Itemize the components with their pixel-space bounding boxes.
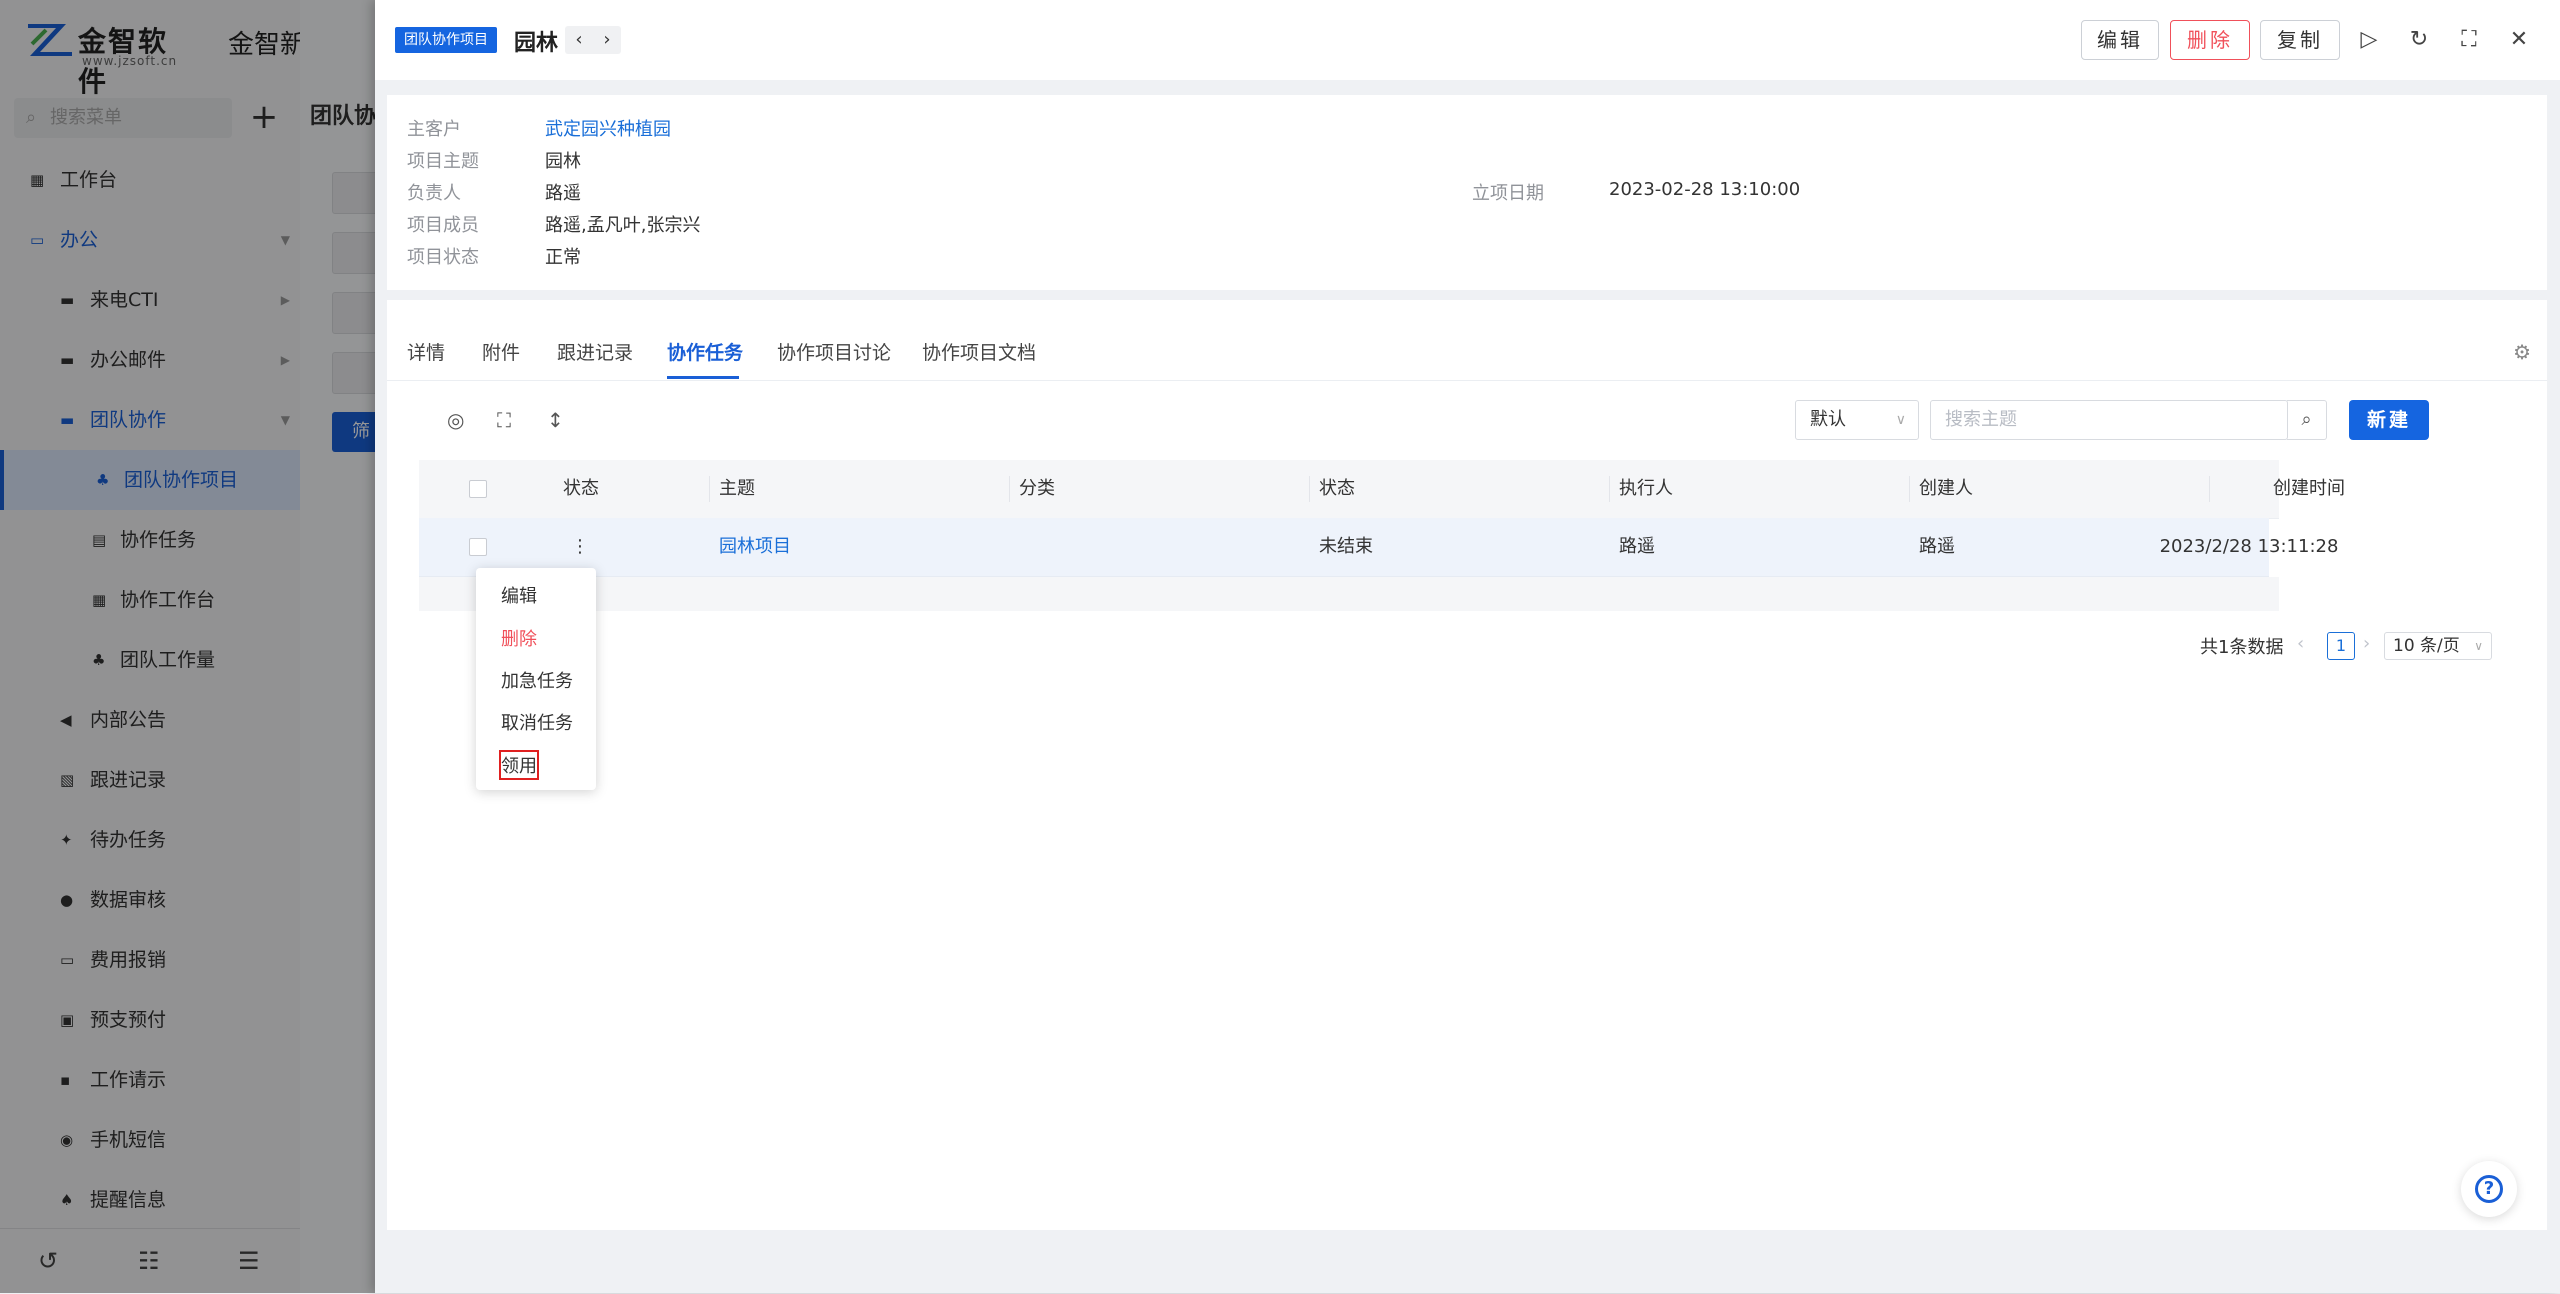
prev-record-icon[interactable]: ‹: [565, 26, 593, 54]
row-creator: 路遥: [1919, 536, 1955, 557]
chevron-down-icon: ∨: [1895, 412, 1906, 428]
page-size-value: 10 条/页: [2393, 636, 2460, 656]
tab-bar: 详情 附件 跟进记录 协作任务 协作项目讨论 协作项目文档 ⚙: [387, 300, 2547, 381]
table-row[interactable]: ⋮ 园林项目 未结束 路遥 路遥 2023/2/28 13:11:28: [419, 518, 2338, 577]
column-divider: [1009, 476, 1010, 502]
column-header: 状态: [563, 478, 599, 499]
column-settings-icon[interactable]: ◎: [447, 408, 464, 432]
column-header: 分类: [1019, 478, 1055, 499]
tab-discussion[interactable]: 协作项目讨论: [777, 338, 891, 365]
column-divider: [1309, 476, 1310, 502]
row-subject-link[interactable]: 园林项目: [719, 518, 791, 576]
members-value: 路遥,孟凡叶,张宗兴: [545, 215, 701, 236]
next-record-icon[interactable]: ›: [593, 26, 621, 54]
subject-label: 项目主题: [407, 151, 479, 172]
row-executor: 路遥: [1619, 536, 1655, 557]
tab-panel: 详情 附件 跟进记录 协作任务 协作项目讨论 协作项目文档 ⚙ ◎ ⛶ ↕ 默认…: [387, 300, 2547, 1230]
copy-button[interactable]: 复制: [2260, 20, 2340, 60]
column-header: 创建人: [1919, 478, 1973, 499]
help-button[interactable]: ?: [2461, 1161, 2517, 1217]
status-value: 正常: [545, 247, 581, 268]
play-icon[interactable]: ▷: [2355, 26, 2383, 54]
ctx-delete[interactable]: 删除: [501, 625, 537, 651]
delete-button[interactable]: 删除: [2170, 20, 2250, 60]
subject-value: 园林: [545, 151, 581, 172]
module-tag: 团队协作项目: [395, 27, 497, 53]
record-nav: ‹ ›: [565, 26, 621, 54]
new-button[interactable]: 新建: [2349, 400, 2429, 440]
tab-collab-tasks[interactable]: 协作任务: [667, 338, 743, 365]
ctx-cancel[interactable]: 取消任务: [501, 709, 573, 735]
detail-drawer: 团队协作项目 园林 ‹ › 编辑 删除 复制 ▷ ↻ ⛶ ✕ 主客户 武定园兴种…: [375, 0, 2560, 1293]
customer-link[interactable]: 武定园兴种植园: [545, 115, 671, 141]
tab-followup[interactable]: 跟进记录: [557, 338, 633, 365]
active-tab-indicator: [667, 376, 739, 379]
row-checkbox[interactable]: [469, 538, 487, 556]
select-all-checkbox[interactable]: [469, 480, 487, 498]
pager-next-icon[interactable]: ›: [2363, 633, 2370, 654]
column-header: 创建时间: [2273, 478, 2345, 499]
tab-details[interactable]: 详情: [407, 338, 445, 365]
column-header: 主题: [719, 478, 755, 499]
row-height-icon[interactable]: ↕: [547, 408, 564, 432]
column-header: 执行人: [1619, 478, 1673, 499]
edit-button[interactable]: 编辑: [2081, 20, 2159, 60]
sort-select-value: 默认: [1810, 409, 1846, 430]
ctx-claim[interactable]: 领用: [499, 750, 539, 780]
subject-search-input[interactable]: 搜索主题: [1930, 400, 2288, 440]
ctx-edit[interactable]: 编辑: [501, 582, 537, 608]
chevron-down-icon: ∨: [2474, 639, 2483, 653]
owner-value: 路遥: [545, 183, 581, 204]
column-divider: [2209, 476, 2210, 502]
drawer-header: 团队协作项目 园林 ‹ › 编辑 删除 复制 ▷ ↻ ⛶ ✕: [375, 0, 2560, 80]
page-size-select[interactable]: 10 条/页 ∨: [2384, 632, 2492, 660]
date-value: 2023-02-28 13:10:00: [1609, 179, 1801, 200]
search-icon: ⌕: [2301, 409, 2312, 430]
project-info-card: 主客户 武定园兴种植园 项目主题 园林 负责人 路遥 项目成员 路遥,孟凡叶,张…: [387, 95, 2547, 290]
row-created-time: 2023/2/28 13:11:28: [2159, 536, 2339, 557]
tab-documents[interactable]: 协作项目文档: [922, 338, 1036, 365]
pager-current-page[interactable]: 1: [2327, 632, 2355, 660]
column-divider: [1609, 476, 1610, 502]
members-label: 项目成员: [407, 215, 479, 236]
drawer-title: 园林: [514, 31, 559, 56]
table-header: 状态 主题 分类 状态 执行人 创建人 创建时间: [419, 460, 2345, 519]
help-icon: ?: [2475, 1175, 2503, 1203]
owner-label: 负责人: [407, 183, 461, 204]
column-header: 状态: [1319, 478, 1355, 499]
expand-icon[interactable]: ⛶: [497, 408, 511, 432]
sort-select[interactable]: 默认 ∨: [1795, 400, 1919, 440]
pager-total: 共1条数据: [2200, 637, 2284, 658]
date-label: 立项日期: [1472, 183, 1544, 204]
modal-overlay[interactable]: [0, 0, 380, 1293]
ctx-urgent[interactable]: 加急任务: [501, 667, 573, 693]
search-button[interactable]: ⌕: [2287, 400, 2327, 440]
tab-attachments[interactable]: 附件: [482, 338, 520, 365]
row-context-menu: 编辑 删除 加急任务 取消任务 领用: [476, 568, 596, 790]
refresh-icon[interactable]: ↻: [2405, 26, 2433, 54]
pager-prev-icon[interactable]: ‹: [2297, 633, 2304, 654]
table-footer: [419, 577, 2279, 611]
status-label: 项目状态: [407, 247, 479, 268]
row-status: 未结束: [1319, 536, 1373, 557]
close-icon[interactable]: ✕: [2505, 26, 2533, 54]
gear-icon[interactable]: ⚙: [2513, 340, 2531, 364]
customer-label: 主客户: [407, 119, 461, 140]
fullscreen-icon[interactable]: ⛶: [2455, 26, 2483, 54]
column-divider: [709, 476, 710, 502]
column-divider: [1909, 476, 1910, 502]
